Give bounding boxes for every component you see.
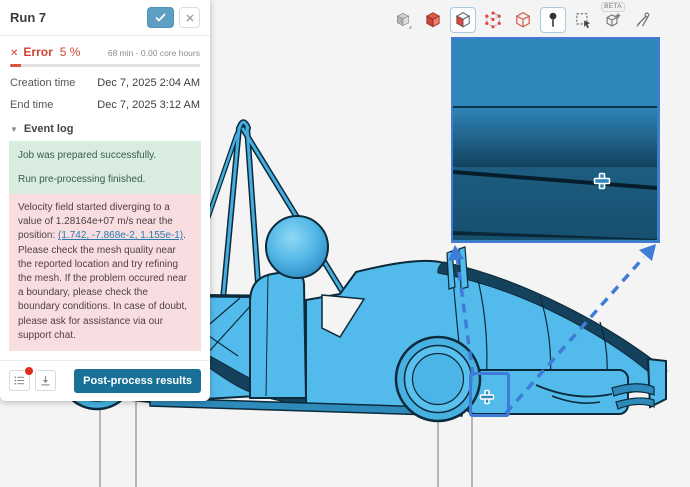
- error-message-text: . Please check the mesh quality near the…: [18, 230, 187, 340]
- measure-button[interactable]: [630, 7, 656, 33]
- edge-select-button[interactable]: [510, 7, 536, 33]
- app-window: BETA Run 7: [0, 0, 690, 487]
- view-cube-icon: [394, 11, 412, 29]
- status-meta: 68 min - 0.00 core hours: [108, 48, 200, 58]
- volume-select-button[interactable]: [420, 7, 446, 33]
- end-time-row: End time Dec 7, 2025 3:12 AM: [0, 89, 210, 111]
- vertex-select-button[interactable]: [480, 7, 506, 33]
- field-label: End time: [10, 99, 53, 111]
- error-x-icon: ✕: [10, 48, 18, 59]
- run-title: Run 7: [10, 10, 147, 25]
- face-select-button[interactable]: [450, 7, 476, 33]
- chevron-down-icon: ▼: [10, 125, 18, 134]
- box-select-button[interactable]: [570, 7, 596, 33]
- check-icon: [155, 13, 166, 22]
- view-cube-button[interactable]: [390, 7, 416, 33]
- zoom-inset-box: [451, 37, 660, 243]
- viewer-toolbar: BETA: [390, 7, 656, 33]
- close-button[interactable]: [179, 7, 200, 28]
- success-message: Run pre-processing finished.: [18, 172, 192, 187]
- list-icon: [14, 375, 25, 386]
- box-select-icon: [574, 11, 592, 29]
- volume-select-icon: [424, 11, 442, 29]
- field-value: Dec 7, 2025 2:04 AM: [97, 77, 200, 89]
- measure-icon: [634, 11, 652, 29]
- face-select-icon: [454, 11, 472, 29]
- edge-select-icon: [514, 11, 532, 29]
- beta-badge: BETA: [601, 2, 625, 12]
- accept-button[interactable]: [147, 7, 174, 28]
- probe-point-icon: [544, 11, 562, 29]
- close-icon: [186, 14, 194, 22]
- run-detail-panel: Run 7 ✕ Error 5 % 68 min - 0.00 core hou…: [0, 0, 210, 401]
- driver-helmet: [266, 216, 328, 278]
- run-status-row: ✕ Error 5 % 68 min - 0.00 core hours: [0, 36, 210, 64]
- status-percent: 5 %: [60, 45, 81, 59]
- ai-assistant-button[interactable]: BETA: [600, 7, 626, 33]
- event-log-toggle[interactable]: ▼ Event log: [0, 111, 210, 141]
- field-label: Creation time: [10, 77, 75, 89]
- download-icon: [40, 375, 51, 386]
- probe-point-button[interactable]: [540, 7, 566, 33]
- success-message: Job was prepared successfully.: [18, 148, 192, 163]
- notification-dot: [25, 367, 33, 375]
- front-wheel: [396, 337, 480, 421]
- position-link[interactable]: (1.742, -7.868e-2, 1.155e-1): [58, 230, 183, 241]
- download-log-button[interactable]: [35, 370, 56, 391]
- ai-assistant-icon: [604, 11, 622, 29]
- panel-footer: Post-process results: [0, 360, 210, 401]
- event-log-title: Event log: [24, 123, 74, 135]
- event-list-button[interactable]: [9, 370, 30, 391]
- creation-time-row: Creation time Dec 7, 2025 2:04 AM: [0, 67, 210, 89]
- post-process-results-button[interactable]: Post-process results: [74, 369, 201, 393]
- panel-header: Run 7: [0, 0, 210, 36]
- field-value: Dec 7, 2025 3:12 AM: [97, 99, 200, 111]
- status-label: Error: [23, 45, 52, 59]
- roll-hoop: [203, 122, 347, 299]
- seat-back: [250, 271, 306, 398]
- event-log-success-box: Job was prepared successfully. Run pre-p…: [9, 141, 201, 194]
- event-log-error-box: Velocity field started diverging to a va…: [9, 194, 201, 351]
- vertex-select-icon: [484, 11, 502, 29]
